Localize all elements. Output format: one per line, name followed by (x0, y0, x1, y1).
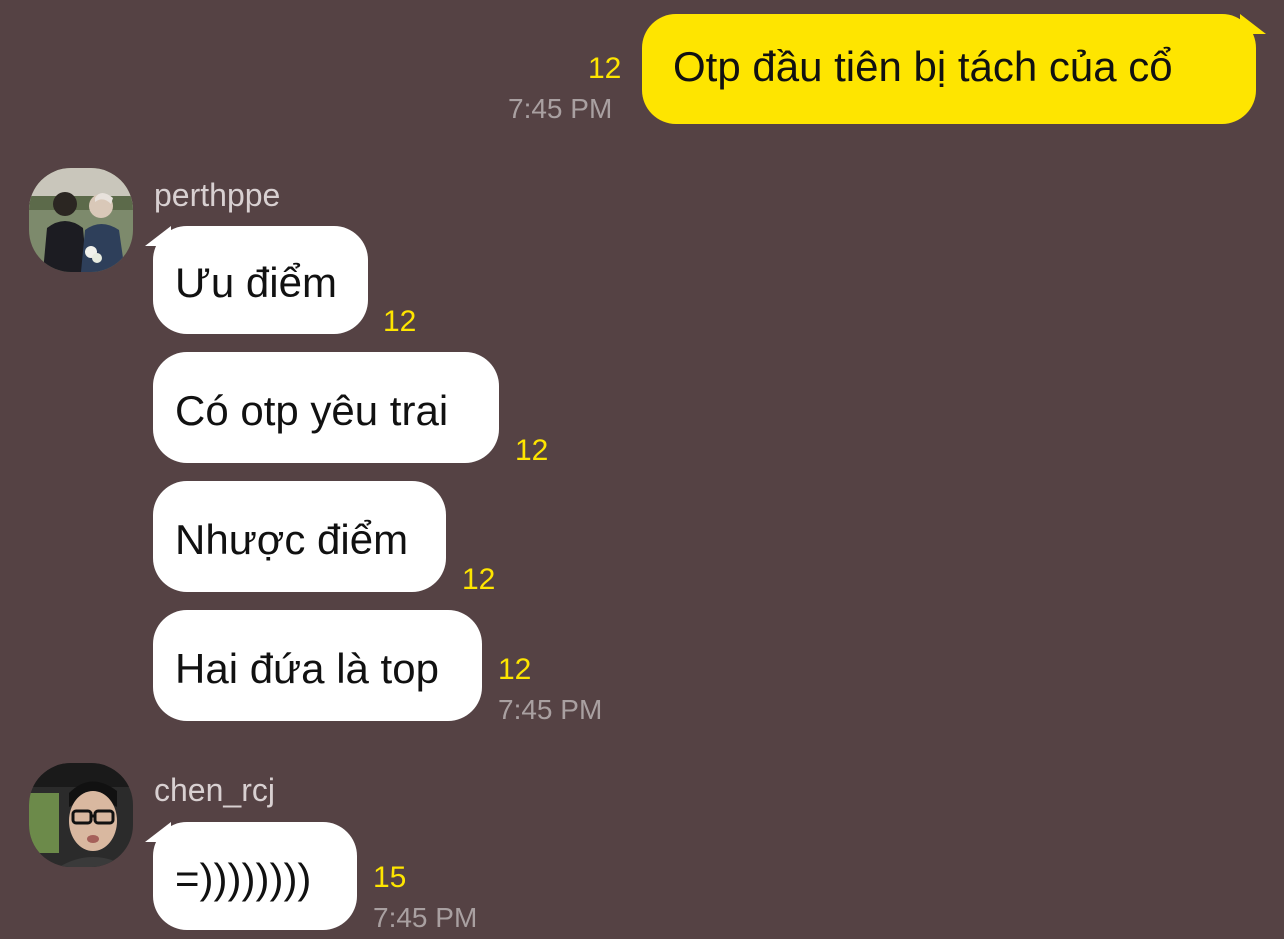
unread-count: 12 (588, 52, 622, 85)
unread-count: 12 (498, 653, 532, 686)
message-text: Có otp yêu trai (175, 387, 449, 434)
message-text: =)))))))) (175, 855, 312, 902)
unread-count: 12 (462, 563, 496, 596)
their-message-bubble[interactable]: Có otp yêu trai (153, 352, 499, 463)
sender-name: chen_rcj (154, 772, 275, 808)
unread-count: 12 (383, 305, 417, 338)
profile-photo-icon (29, 168, 133, 272)
profile-photo-icon (29, 763, 133, 867)
message-text: Hai đứa là top (175, 645, 439, 692)
my-message-bubble[interactable]: Otp đầu tiên bị tách của cổ (642, 14, 1256, 124)
bubble-tail (1240, 14, 1266, 34)
message-text: Otp đầu tiên bị tách của cổ (673, 43, 1173, 90)
avatar-chen-rcj[interactable] (29, 763, 133, 867)
chat-conversation: 12 7:45 PM Otp đầu tiên bị tách của cổ p… (0, 0, 1284, 939)
message-timestamp: 7:45 PM (373, 902, 478, 933)
unread-count: 15 (373, 861, 407, 894)
message-text: Ưu điểm (175, 259, 337, 306)
message-text: Nhược điểm (175, 516, 409, 563)
their-message-bubble[interactable]: Ưu điểm (153, 226, 368, 334)
unread-count: 12 (515, 434, 549, 467)
their-message-bubble[interactable]: Nhược điểm (153, 481, 446, 592)
avatar-perthppe[interactable] (29, 168, 133, 272)
their-message-bubble[interactable]: =)))))))) (153, 822, 357, 930)
their-message-bubble[interactable]: Hai đứa là top (153, 610, 482, 721)
message-timestamp: 7:45 PM (508, 93, 613, 124)
message-timestamp: 7:45 PM (498, 694, 603, 725)
sender-name: perthppe (154, 177, 281, 213)
